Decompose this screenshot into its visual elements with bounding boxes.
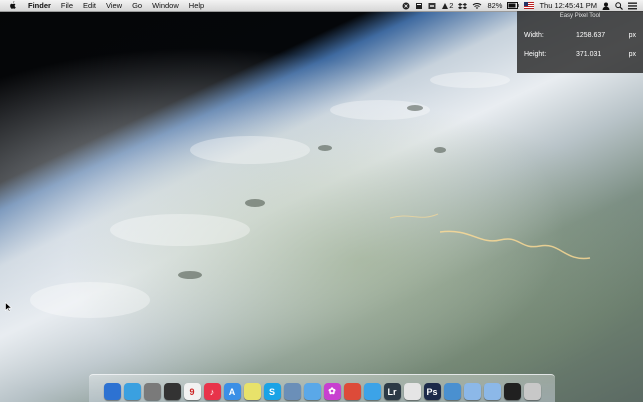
user-icon[interactable]: [602, 2, 610, 10]
dock-script-editor-icon[interactable]: [403, 383, 421, 400]
menu-go[interactable]: Go: [132, 1, 142, 10]
dock-trash-icon[interactable]: [523, 383, 541, 400]
dock-preview-icon[interactable]: [283, 383, 301, 400]
battery-percent: 82%: [487, 1, 503, 10]
dock-folder-icon[interactable]: [463, 383, 481, 400]
apple-icon[interactable]: [8, 1, 18, 11]
width-row: Width: 1258.637 px: [524, 32, 636, 42]
badge-count: 2: [449, 1, 454, 10]
xcode-icon[interactable]: [402, 2, 410, 10]
height-unit: px: [628, 51, 636, 58]
dock-safari-icon[interactable]: [303, 383, 321, 400]
dock-finder-icon[interactable]: [103, 383, 121, 400]
height-value: 371.031: [576, 51, 602, 58]
dock-xcode-icon[interactable]: [443, 383, 461, 400]
width-unit: px: [628, 32, 636, 39]
width-value: 1258.637: [576, 32, 606, 39]
menu-window[interactable]: Window: [152, 1, 179, 10]
dock-folder-2-icon[interactable]: [483, 383, 501, 400]
status-bar: 2 82% Thu 12:45:41 PM: [402, 0, 643, 11]
menu-view[interactable]: View: [106, 1, 122, 10]
spotlight-icon[interactable]: [615, 1, 623, 10]
dropbox-icon[interactable]: [458, 2, 468, 10]
dock-app-store-icon[interactable]: A: [223, 383, 241, 400]
dock-system-preferences-icon[interactable]: [143, 383, 161, 400]
menu-finder[interactable]: Finder: [28, 1, 51, 10]
height-row: Height: 371.031 px: [524, 51, 636, 61]
dock-skype-icon[interactable]: S: [263, 383, 281, 400]
pixel-tool-title: Easy Pixel Tool: [559, 13, 601, 19]
dock-mission-control-icon[interactable]: [123, 383, 141, 400]
menu-edit[interactable]: Edit: [83, 1, 96, 10]
notification-icon[interactable]: 2: [441, 1, 453, 10]
dock-terminal-icon[interactable]: [503, 383, 521, 400]
menu-help[interactable]: Help: [189, 1, 204, 10]
dock-twitter-icon[interactable]: [363, 383, 381, 400]
dock-dashboard-icon[interactable]: [163, 383, 181, 400]
mouse-cursor-icon: [5, 302, 12, 312]
dock-photoshop-icon[interactable]: Ps: [423, 383, 441, 400]
clock[interactable]: Thu 12:45:41 PM: [539, 1, 597, 10]
battery-icon[interactable]: [507, 2, 520, 9]
dock: 9 ♪ A S ✿ Lr Ps: [89, 374, 555, 402]
dock-photo-app-icon[interactable]: ✿: [323, 383, 341, 400]
list-icon[interactable]: [628, 2, 637, 10]
width-label: Width:: [524, 32, 544, 39]
archive-icon[interactable]: [428, 2, 436, 10]
dock-calendar-icon[interactable]: 9: [183, 383, 201, 400]
height-label: Height:: [524, 51, 547, 58]
dock-itunes-icon[interactable]: ♪: [203, 383, 221, 400]
flag-icon[interactable]: [524, 2, 535, 9]
document-icon[interactable]: [415, 2, 423, 10]
dock-chrome-icon[interactable]: [343, 383, 361, 400]
dock-lightroom-icon[interactable]: Lr: [383, 383, 401, 400]
dock-stickies-icon[interactable]: [243, 383, 261, 400]
menu-file[interactable]: File: [61, 1, 73, 10]
pixel-tool-panel[interactable]: Easy Pixel Tool Width: 1258.637 px Heigh…: [517, 11, 643, 73]
wifi-icon[interactable]: [472, 2, 482, 10]
